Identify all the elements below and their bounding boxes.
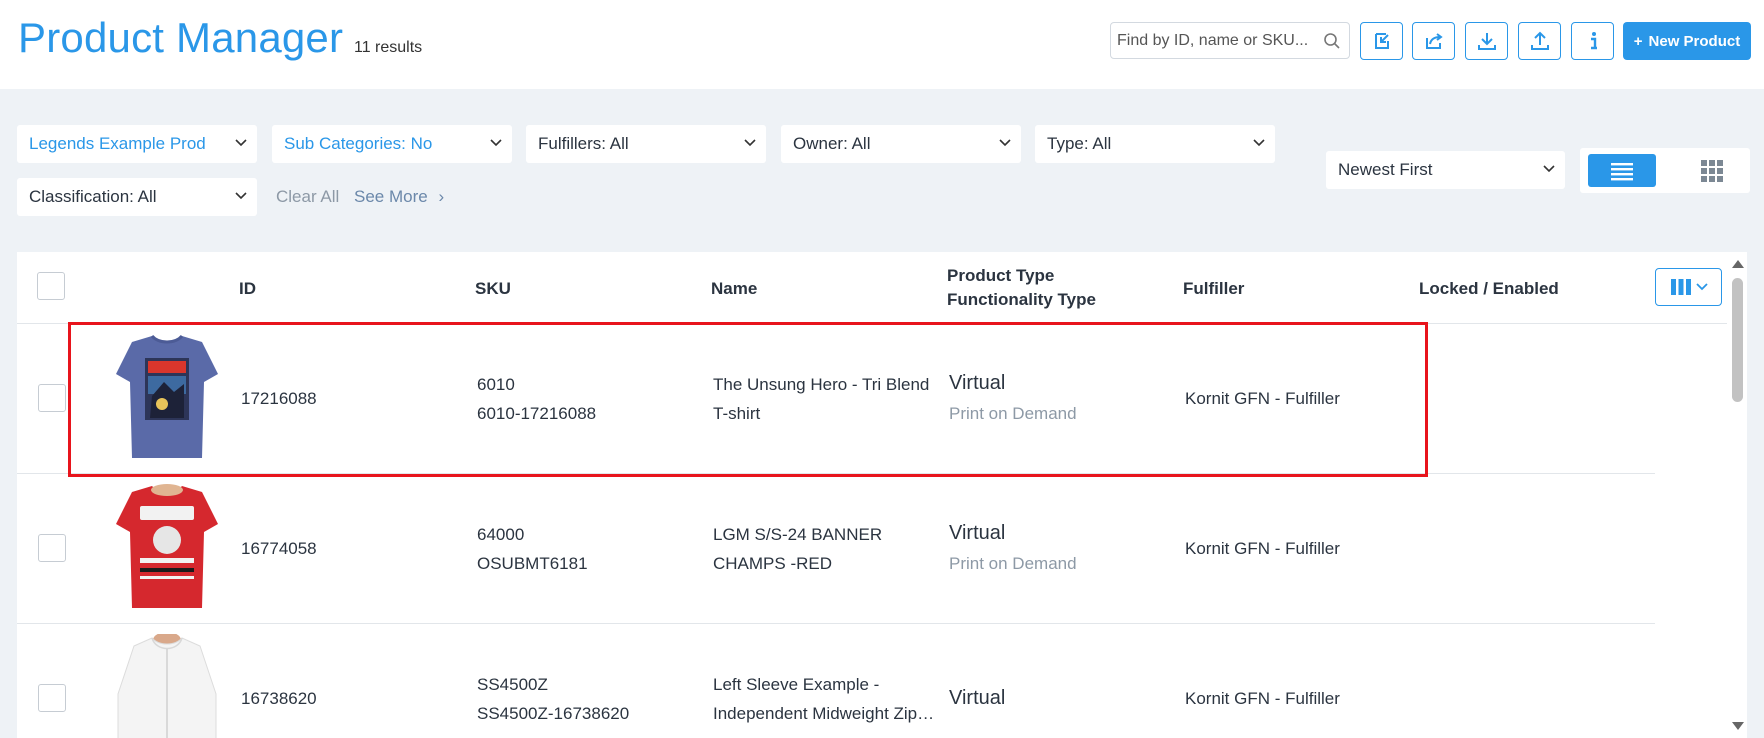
cell-product-type: Virtual: [949, 687, 1006, 709]
cell-id: 16738620: [241, 689, 317, 708]
results-count: 11 results: [354, 39, 423, 56]
sub-categories-dropdown[interactable]: Sub Categories: No: [272, 125, 512, 163]
import-icon: [1374, 33, 1389, 49]
see-more-link[interactable]: See More ›: [354, 187, 444, 207]
info-button[interactable]: [1571, 22, 1614, 60]
cell-sku: 64000: [477, 525, 525, 544]
col-header-locked-enabled[interactable]: Locked / Enabled: [1419, 279, 1559, 299]
list-view-button[interactable]: [1588, 154, 1656, 187]
cell-product-type: Virtual: [949, 522, 1006, 544]
chevron-down-icon: [1253, 139, 1265, 147]
col-header-id[interactable]: ID: [239, 279, 256, 299]
list-view-icon: [1611, 162, 1633, 180]
sort-dropdown[interactable]: Newest First: [1326, 151, 1565, 189]
scroll-up-arrow[interactable]: [1732, 260, 1744, 268]
grid-view-button[interactable]: [1692, 154, 1732, 187]
page-title: Product Manager: [18, 14, 344, 61]
row-checkbox[interactable]: [38, 684, 66, 712]
search-box[interactable]: [1110, 22, 1350, 59]
chevron-down-icon: [490, 139, 502, 147]
cell-name[interactable]: Left Sleeve Example -: [713, 670, 879, 699]
cell-fulfiller: Kornit GFN - Fulfiller: [1185, 539, 1340, 558]
cell-sku-variant: OSUBMT6181: [477, 554, 588, 573]
select-all-checkbox[interactable]: [37, 272, 65, 300]
scroll-down-arrow[interactable]: [1732, 722, 1744, 730]
grid-view-icon: [1701, 159, 1723, 182]
chevron-down-icon: [999, 139, 1011, 147]
cell-name[interactable]: LGM S/S-24 BANNER: [713, 520, 882, 549]
product-thumbnail[interactable]: [112, 484, 222, 610]
product-category-dropdown[interactable]: Legends Example Prod: [17, 125, 257, 163]
cell-id: 16774058: [241, 539, 317, 558]
column-settings-button[interactable]: [1655, 268, 1722, 306]
share-icon: [1425, 33, 1443, 49]
classification-dropdown[interactable]: Classification: All: [17, 178, 257, 216]
page-header: Product Manager 11 results + New Product: [0, 0, 1764, 89]
cell-name-line2[interactable]: T-shirt: [713, 399, 760, 428]
table-row[interactable]: 17216088 6010 6010-17216088 The Unsung H…: [17, 324, 1655, 474]
chevron-down-icon: [1695, 283, 1708, 291]
row-checkbox[interactable]: [38, 534, 66, 562]
chevron-down-icon: [235, 139, 247, 147]
table-scrollbar[interactable]: [1728, 252, 1746, 738]
download-icon: [1477, 33, 1496, 50]
cell-fulfiller: Kornit GFN - Fulfiller: [1185, 689, 1340, 708]
cell-id: 17216088: [241, 389, 317, 408]
table-row[interactable]: 16738620 SS4500Z SS4500Z-16738620 Left S…: [17, 624, 1655, 738]
col-header-sku[interactable]: SKU: [475, 279, 511, 299]
search-icon[interactable]: [1323, 32, 1341, 50]
row-checkbox[interactable]: [38, 384, 66, 412]
table-row[interactable]: 16774058 64000 OSUBMT6181 LGM S/S-24 BAN…: [17, 474, 1655, 624]
cell-functionality-type: Print on Demand: [949, 404, 1077, 423]
owner-dropdown[interactable]: Owner: All: [781, 125, 1021, 163]
cell-sku-variant: SS4500Z-16738620: [477, 704, 630, 723]
fulfillers-dropdown[interactable]: Fulfillers: All: [526, 125, 766, 163]
share-button[interactable]: [1412, 22, 1455, 60]
col-header-functionality-type[interactable]: Functionality Type: [947, 290, 1096, 310]
cell-sku: SS4500Z: [477, 675, 548, 694]
new-product-label: New Product: [1648, 32, 1741, 50]
chevron-down-icon: [1543, 165, 1555, 173]
cell-sku: 6010: [477, 375, 515, 394]
cell-name-line2[interactable]: CHAMPS -RED: [713, 549, 832, 578]
type-dropdown[interactable]: Type: All: [1035, 125, 1275, 163]
product-thumbnail[interactable]: [112, 634, 222, 738]
upload-button[interactable]: [1518, 22, 1561, 60]
products-table: ID SKU Name Product Type Functionality T…: [17, 252, 1747, 738]
import-button[interactable]: [1360, 22, 1403, 60]
col-header-fulfiller[interactable]: Fulfiller: [1183, 279, 1244, 299]
view-toggle: [1580, 148, 1750, 193]
download-button[interactable]: [1465, 22, 1508, 60]
plus-icon: +: [1633, 32, 1643, 50]
cell-name-line2[interactable]: Independent Midweight Zip…: [713, 699, 957, 728]
upload-icon: [1530, 31, 1549, 50]
search-input[interactable]: [1111, 23, 1316, 58]
chevron-right-icon: ›: [438, 187, 445, 206]
new-product-button[interactable]: + New Product: [1623, 22, 1751, 60]
columns-icon: [1670, 279, 1691, 295]
table-header: ID SKU Name Product Type Functionality T…: [17, 252, 1727, 324]
clear-all-link[interactable]: Clear All: [276, 187, 339, 207]
product-thumbnail[interactable]: [112, 334, 222, 460]
info-icon: [1590, 32, 1597, 50]
cell-fulfiller: Kornit GFN - Fulfiller: [1185, 389, 1340, 408]
scroll-thumb[interactable]: [1732, 278, 1743, 402]
col-header-product-type[interactable]: Product Type: [947, 266, 1054, 286]
cell-functionality-type: Print on Demand: [949, 554, 1077, 573]
cell-product-type: Virtual: [949, 372, 1006, 394]
cell-sku-variant: 6010-17216088: [477, 404, 597, 423]
col-header-name[interactable]: Name: [711, 279, 757, 299]
cell-name[interactable]: The Unsung Hero - Tri Blend: [713, 370, 929, 399]
chevron-down-icon: [235, 192, 247, 200]
chevron-down-icon: [744, 139, 756, 147]
